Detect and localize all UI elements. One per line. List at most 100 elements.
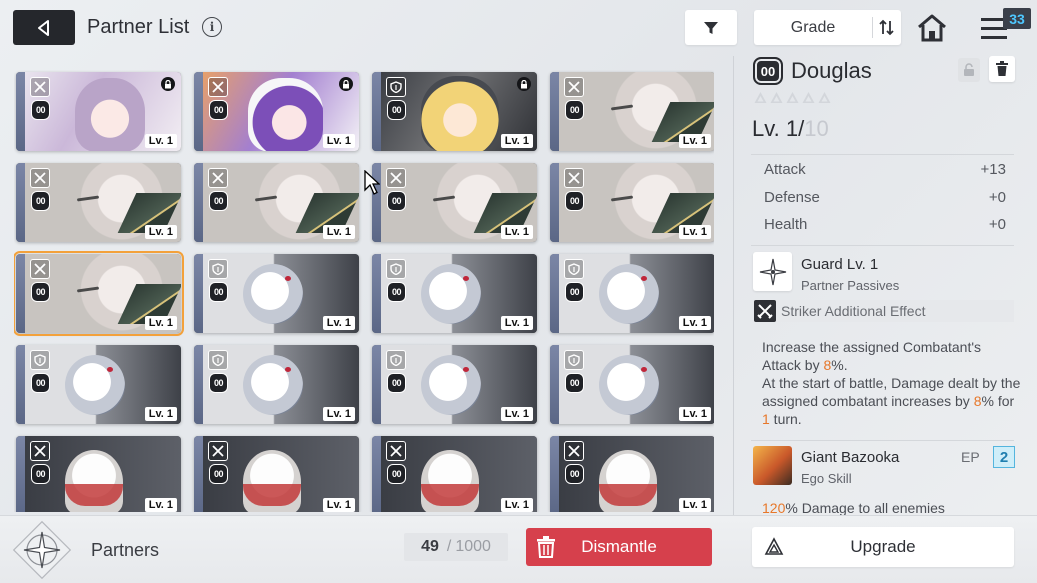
lock-toggle-button[interactable] [958,58,980,82]
card-level: Lv. 1 [145,225,177,239]
stat-value: +13 [981,161,1006,178]
card-level: Lv. 1 [323,225,355,239]
partner-card[interactable]: 00Lv. 1 [372,163,537,242]
partner-card[interactable]: 00 Lv. 1 [550,163,714,242]
dismantle-button[interactable]: Dismantle [526,528,712,566]
partner-grid: 00 Lv. 1 00 Lv. 1 00 Lv. 1 00 Lv. 1 00 Lv. 1 00 Lv.… [14,70,714,512]
card-grade-badge: 00 [565,373,584,393]
card-level: Lv. 1 [501,498,533,512]
card-grade-badge: 00 [31,100,50,120]
card-strip [550,72,559,151]
home-icon[interactable] [916,13,948,43]
partner-card[interactable]: 00 Lv. 1 [194,254,359,333]
card-level: Lv. 1 [145,498,177,512]
partner-card[interactable]: 00Lv. 1 [16,72,181,151]
card-level: Lv. 1 [323,316,355,330]
partner-card[interactable]: 00Lv. 1 [372,345,537,424]
mouse-cursor-icon [364,170,380,196]
partner-card[interactable]: 00Lv. 1 [16,254,181,333]
partner-card[interactable]: 00 Lv. 1 [194,163,359,242]
card-level: Lv. 1 [323,498,355,512]
striker-class-icon [386,441,406,461]
partner-card[interactable]: 00Lv. 1 [550,72,714,151]
partner-card[interactable]: 00Lv. 1 [194,345,359,424]
filter-icon [703,20,719,36]
stat-label: Attack [764,161,806,178]
partners-label: Partners [91,540,159,561]
partner-card[interactable]: 00Lv. 1 [550,436,714,512]
sort-label: Grade [754,19,872,37]
ego-skill-name: Giant Bazooka [801,449,899,466]
upgrade-button[interactable]: Upgrade [752,527,1014,567]
additional-effect-bar: Striker Additional Effect [753,300,1014,322]
partner-card[interactable]: 00Lv. 1 [194,72,359,151]
partners-emblem-icon [10,518,74,582]
sort-order-icon[interactable] [876,17,898,38]
card-level: Lv. 1 [501,225,533,239]
back-button[interactable] [13,10,75,45]
card-strip [372,436,381,512]
ego-skill-icon[interactable] [753,446,792,485]
card-level: Lv. 1 [679,225,711,239]
striker-class-icon [208,77,228,97]
top-bar: Partner List i Grade 33 [0,0,1037,56]
striker-class-icon [30,259,50,279]
star-icon [801,90,816,105]
partner-detail-panel: 00 Douglas Lv. 1/10 Attack +13 Defense +… [733,56,1037,515]
card-grade-badge: 00 [387,100,406,120]
guard-class-icon [386,259,406,279]
partner-card[interactable]: 00Lv. 1 [16,345,181,424]
card-strip [16,345,25,424]
card-level: Lv. 1 [679,407,711,421]
stat-label: Defense [764,189,820,206]
stat-row-defense: Defense +0 [764,189,1006,206]
divider [751,245,1014,246]
card-level: Lv. 1 [501,134,533,148]
back-arrow-icon [35,19,53,37]
guard-class-icon [564,350,584,370]
partner-card[interactable]: 00Lv. 1 [372,436,537,512]
partner-card[interactable]: 00 Lv. 1 [550,345,714,424]
partner-card[interactable]: 00Lv. 1 [550,254,714,333]
partner-level: Lv. 1/10 [752,116,829,142]
desc-text: % for [981,393,1014,409]
star-icon [785,90,800,105]
card-level: Lv. 1 [501,316,533,330]
striker-class-icon [30,441,50,461]
notification-badge: 33 [1003,8,1031,29]
passive-skill-type: Partner Passives [801,278,899,293]
partner-card[interactable]: 00 Lv. 1 [372,72,537,151]
card-grade-badge: 00 [31,282,50,302]
card-grade-badge: 00 [387,373,406,393]
card-strip [194,345,203,424]
partner-card[interactable]: 00Lv. 1 [194,436,359,512]
divider [751,440,1014,441]
ep-label: EP [961,449,980,465]
card-strip [550,345,559,424]
card-grade-badge: 00 [565,191,584,211]
card-grade-badge: 00 [209,282,228,302]
partner-card[interactable]: 00Lv. 1 [16,436,181,512]
info-icon[interactable]: i [202,17,222,37]
ego-skill-type: Ego Skill [801,471,852,486]
panel-divider [733,56,734,515]
stat-row-attack: Attack +13 [764,161,1006,178]
guard-class-icon [386,350,406,370]
sort-dropdown[interactable]: Grade [754,10,901,45]
card-grade-badge: 00 [31,373,50,393]
striker-class-icon [30,77,50,97]
card-grade-badge: 00 [209,191,228,211]
passive-skill-icon[interactable] [753,252,792,291]
additional-effect-label: Striker Additional Effect [781,303,925,319]
partner-card[interactable]: 00Lv. 1 [372,254,537,333]
star-rating [753,90,832,105]
filter-button[interactable] [685,10,737,45]
card-strip [372,254,381,333]
page-title: Partner List [87,16,189,39]
delete-button[interactable] [989,56,1015,82]
dismantle-label: Dismantle [526,537,712,557]
stat-label: Health [764,216,807,233]
bottom-bar: Partners 49/1000 Dismantle Upgrade [0,515,1037,583]
partner-card[interactable]: 00Lv. 1 [16,163,181,242]
star-icon [769,90,784,105]
